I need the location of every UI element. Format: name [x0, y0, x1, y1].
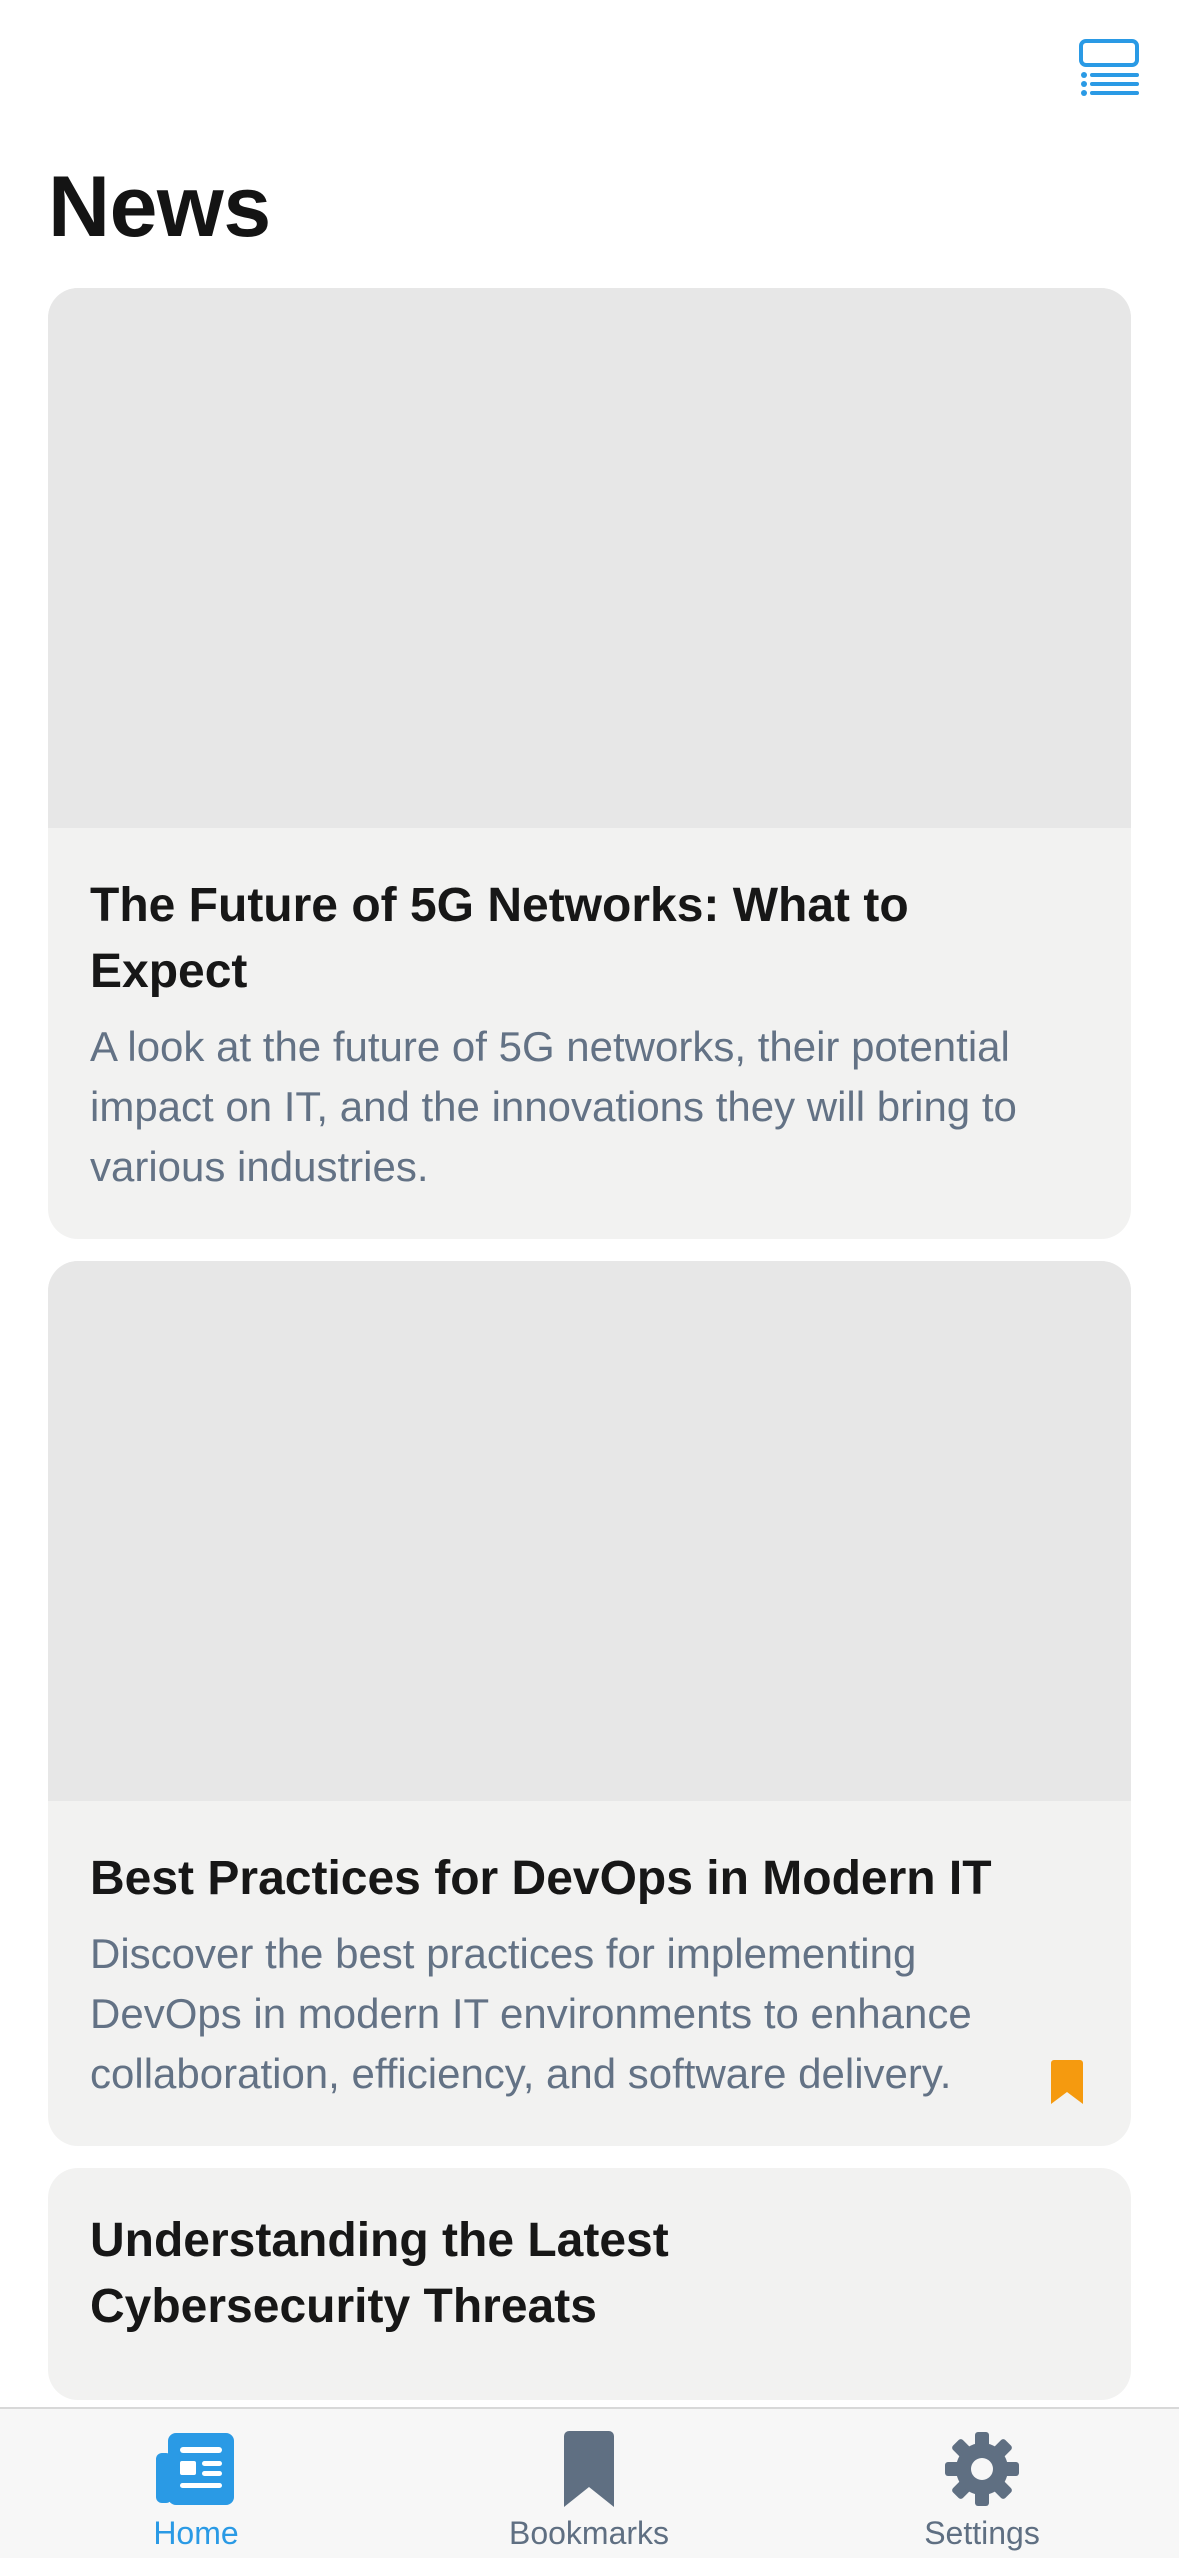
article-image-placeholder	[48, 1261, 1131, 1801]
news-feed: The Future of 5G Networks: What to Expec…	[48, 288, 1131, 2400]
article-title: Understanding the Latest Cybersecurity T…	[90, 2214, 669, 2333]
article-title: The Future of 5G Networks: What to Expec…	[90, 879, 909, 998]
article-image-placeholder	[48, 288, 1131, 828]
article-card-body: Understanding the Latest Cybersecurity T…	[48, 2168, 1131, 2400]
tab-bookmarks[interactable]: Bookmarks	[459, 2409, 719, 2558]
article-title: Best Practices for DevOps in Modern IT	[90, 1852, 992, 1905]
article-summary: A look at the future of 5G networks, the…	[90, 1023, 1017, 1190]
article-card[interactable]: The Future of 5G Networks: What to Expec…	[48, 288, 1131, 1239]
article-card-body: Best Practices for DevOps in Modern IT D…	[48, 1801, 1131, 2146]
tab-bar: Home Bookmarks Settings	[0, 2407, 1179, 2558]
tab-label: Settings	[924, 2515, 1040, 2551]
list-view-button[interactable]	[1074, 32, 1144, 102]
article-card[interactable]: Understanding the Latest Cybersecurity T…	[48, 2168, 1131, 2400]
page-title: News	[48, 159, 271, 255]
tab-home[interactable]: Home	[66, 2409, 326, 2558]
tab-label: Home	[153, 2515, 239, 2551]
bookmarked-icon[interactable]	[1051, 2060, 1083, 2104]
article-card[interactable]: Best Practices for DevOps in Modern IT D…	[48, 1261, 1131, 2146]
article-summary: Discover the best practices for implemen…	[90, 1930, 972, 2097]
tab-label: Bookmarks	[508, 2515, 670, 2551]
tab-settings[interactable]: Settings	[852, 2409, 1112, 2558]
list-view-icon	[1079, 39, 1139, 96]
gear-icon	[942, 2429, 1022, 2509]
newspaper-icon	[156, 2429, 236, 2509]
article-card-body: The Future of 5G Networks: What to Expec…	[48, 828, 1131, 1239]
bookmark-icon	[549, 2429, 629, 2509]
